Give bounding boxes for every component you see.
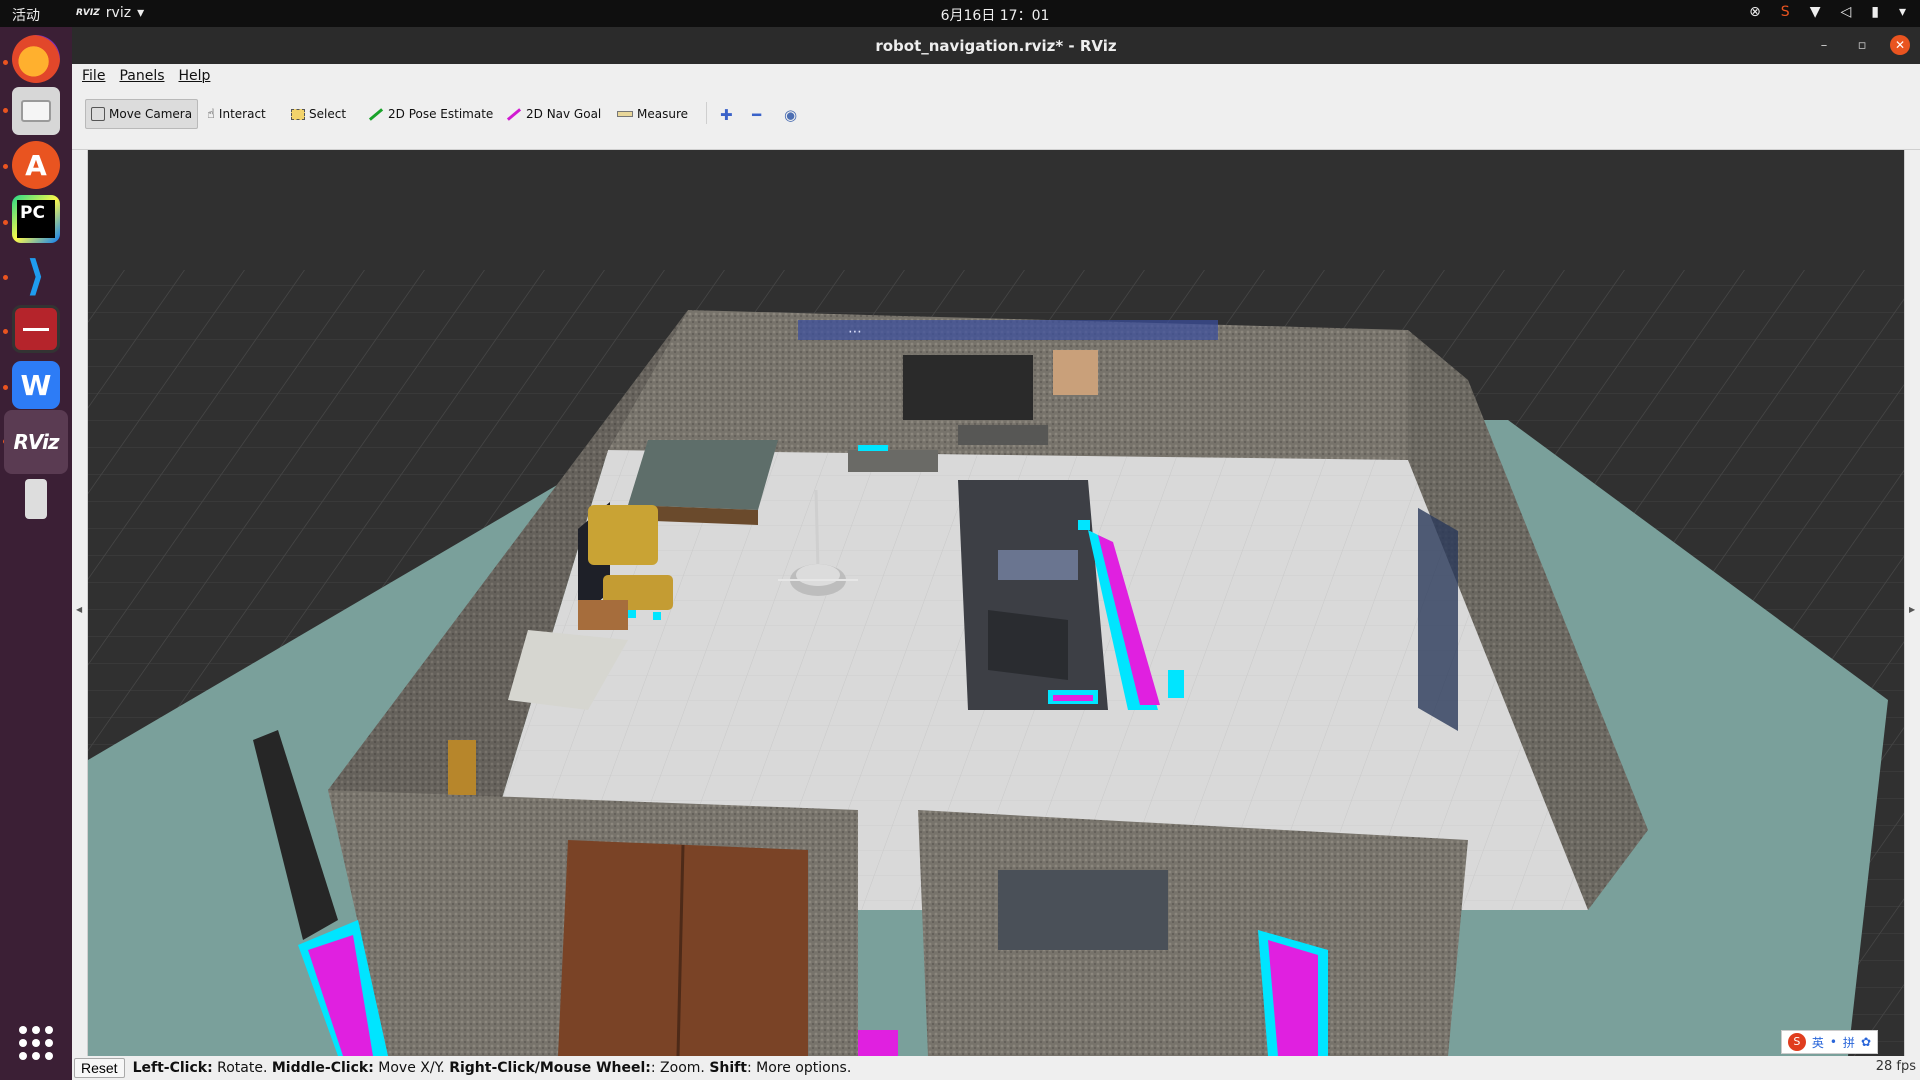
show-applications-icon[interactable]	[19, 1026, 53, 1060]
clock[interactable]: 6月16日 17：01	[0, 5, 1920, 25]
pose-estimate-label: 2D Pose Estimate	[388, 107, 494, 121]
dock: A PC ⟩ W RViz	[0, 27, 72, 1080]
magenta-arrow-icon	[506, 107, 522, 121]
chevron-right-icon: ▶	[1909, 605, 1916, 614]
ime-punctuation[interactable]: •	[1830, 1035, 1837, 1049]
hint-right-val: : Zoom.	[650, 1060, 710, 1076]
toolbar-separator	[706, 102, 707, 124]
left-dock-handle[interactable]: ◀	[72, 150, 88, 1056]
hint-mid-val: Move X/Y.	[373, 1060, 450, 1076]
close-button[interactable]: ✕	[1890, 35, 1910, 55]
hint-right-key: Right-Click/Mouse Wheel:	[449, 1060, 651, 1076]
ruler-icon	[617, 111, 633, 117]
files-icon[interactable]	[12, 87, 60, 135]
vscode-icon[interactable]: ⟩	[12, 251, 60, 300]
maximize-button[interactable]: ▫	[1852, 38, 1872, 53]
rviz-icon[interactable]: RViz	[12, 418, 60, 466]
chair	[988, 610, 1068, 680]
move-camera-label: Move Camera	[109, 107, 193, 121]
small-table	[578, 600, 628, 630]
rviz-window: robot_navigation.rviz* - RViz – ▫ ✕ File…	[72, 27, 1920, 1080]
usb-drive-icon[interactable]	[12, 475, 60, 523]
render-panel-frame: ◀ ⋯ S 英 • 拼 ✿ ▶	[72, 150, 1920, 1056]
sofa	[588, 505, 658, 565]
running-indicator	[3, 164, 8, 169]
ime-mode[interactable]: 拼	[1843, 1034, 1855, 1051]
volume-icon[interactable]: ◁	[1840, 4, 1851, 20]
window-title: robot_navigation.rviz* - RViz	[875, 37, 1117, 55]
network-status-icon[interactable]: ⊗	[1749, 4, 1761, 20]
bed	[628, 440, 778, 510]
tool-toolbar: Move Camera ☝ Interact Select 2D Pose Es…	[72, 88, 1920, 150]
measure-label: Measure	[637, 107, 688, 121]
select-label: Select	[309, 107, 347, 121]
scene-render: ⋯	[88, 150, 1904, 1056]
system-tray: ⊗ S ▼ ◁ ▮ ▾	[1749, 4, 1906, 20]
interact-label: Interact	[218, 107, 266, 121]
fps-counter: 28 fps	[1875, 1059, 1916, 1074]
menu-help[interactable]: Help	[179, 68, 211, 84]
window-titlebar[interactable]: robot_navigation.rviz* - RViz – ▫ ✕	[72, 27, 1920, 64]
interact-tool[interactable]: ☝ Interact	[202, 99, 271, 129]
hint-shift-key: Shift	[709, 1060, 747, 1076]
app-center-icon[interactable]: A	[12, 141, 60, 189]
menu-file[interactable]: File	[82, 68, 105, 84]
back-wall-tv	[903, 355, 1033, 420]
view-tool-icon[interactable]: ◉	[784, 106, 797, 124]
ime-settings-icon[interactable]: ✿	[1861, 1035, 1871, 1049]
hint-left-key: Left-Click:	[132, 1060, 213, 1076]
hint-mid-key: Middle-Click:	[271, 1060, 374, 1076]
firefox-icon[interactable]	[12, 35, 60, 83]
wifi-icon[interactable]: ▼	[1810, 4, 1821, 20]
move-camera-tool[interactable]: Move Camera	[85, 99, 199, 129]
sogou-logo-icon: S	[1787, 1033, 1806, 1051]
system-top-bar: 活动 RVIZ rviz ▾ 6月16日 17：01 ⊗ S ▼ ◁ ▮ ▾	[0, 0, 1920, 27]
reset-button[interactable]: Reset	[74, 1058, 125, 1078]
select-tool[interactable]: Select	[286, 99, 351, 129]
pycharm-label: PC	[17, 200, 55, 238]
system-menu-chevron-icon[interactable]: ▾	[1899, 4, 1906, 20]
right-dock-handle[interactable]: ▶	[1904, 150, 1920, 1056]
green-arrow-icon	[368, 107, 384, 121]
wps-icon[interactable]: W	[12, 361, 60, 409]
hint-left-val: Rotate.	[212, 1060, 272, 1076]
3d-viewport[interactable]: ⋯ S 英 • 拼 ✿	[88, 150, 1904, 1056]
wall-banner-text: ⋯	[848, 324, 862, 340]
nav-goal-tool[interactable]: 2D Nav Goal	[501, 99, 606, 129]
sogou-icon[interactable]: S	[1781, 4, 1790, 20]
running-indicator	[3, 275, 8, 280]
running-indicator	[3, 60, 8, 65]
hint-shift-val: : More options.	[746, 1060, 852, 1076]
nav-goal-label: 2D Nav Goal	[526, 107, 602, 121]
left-wall-picture	[448, 740, 476, 795]
ime-language[interactable]: 英	[1812, 1034, 1824, 1051]
chevron-left-icon: ◀	[76, 605, 83, 614]
back-counter	[848, 450, 938, 472]
remove-tool-icon[interactable]: ━	[752, 106, 761, 124]
pycharm-icon[interactable]: PC	[12, 195, 60, 243]
battery-icon[interactable]: ▮	[1871, 4, 1879, 20]
running-indicator	[3, 385, 8, 390]
menu-panels[interactable]: Panels	[119, 68, 164, 84]
move-camera-icon	[91, 107, 105, 121]
right-wall-screen	[1418, 507, 1458, 731]
select-icon	[291, 108, 305, 120]
ime-toolbar[interactable]: S 英 • 拼 ✿	[1780, 1030, 1878, 1054]
add-tool-icon[interactable]: ✚	[720, 106, 733, 124]
running-indicator	[3, 220, 8, 225]
running-indicator	[3, 108, 8, 113]
front-wall-window	[998, 870, 1168, 950]
mouse-hints: Left-Click: Rotate. Middle-Click: Move X…	[133, 1060, 852, 1076]
people-at-desk	[998, 550, 1078, 580]
wall-poster	[1053, 350, 1098, 395]
minimize-button[interactable]: –	[1814, 38, 1834, 53]
status-bar: Reset Left-Click: Rotate. Middle-Click: …	[72, 1056, 1920, 1080]
pose-estimate-tool[interactable]: 2D Pose Estimate	[363, 99, 498, 129]
screen-recorder-icon[interactable]	[12, 305, 60, 353]
hand-icon: ☝	[207, 106, 215, 122]
measure-tool[interactable]: Measure	[612, 99, 693, 129]
running-indicator	[3, 329, 8, 334]
back-shelf	[958, 425, 1048, 445]
menu-bar: File Panels Help	[72, 64, 1920, 88]
